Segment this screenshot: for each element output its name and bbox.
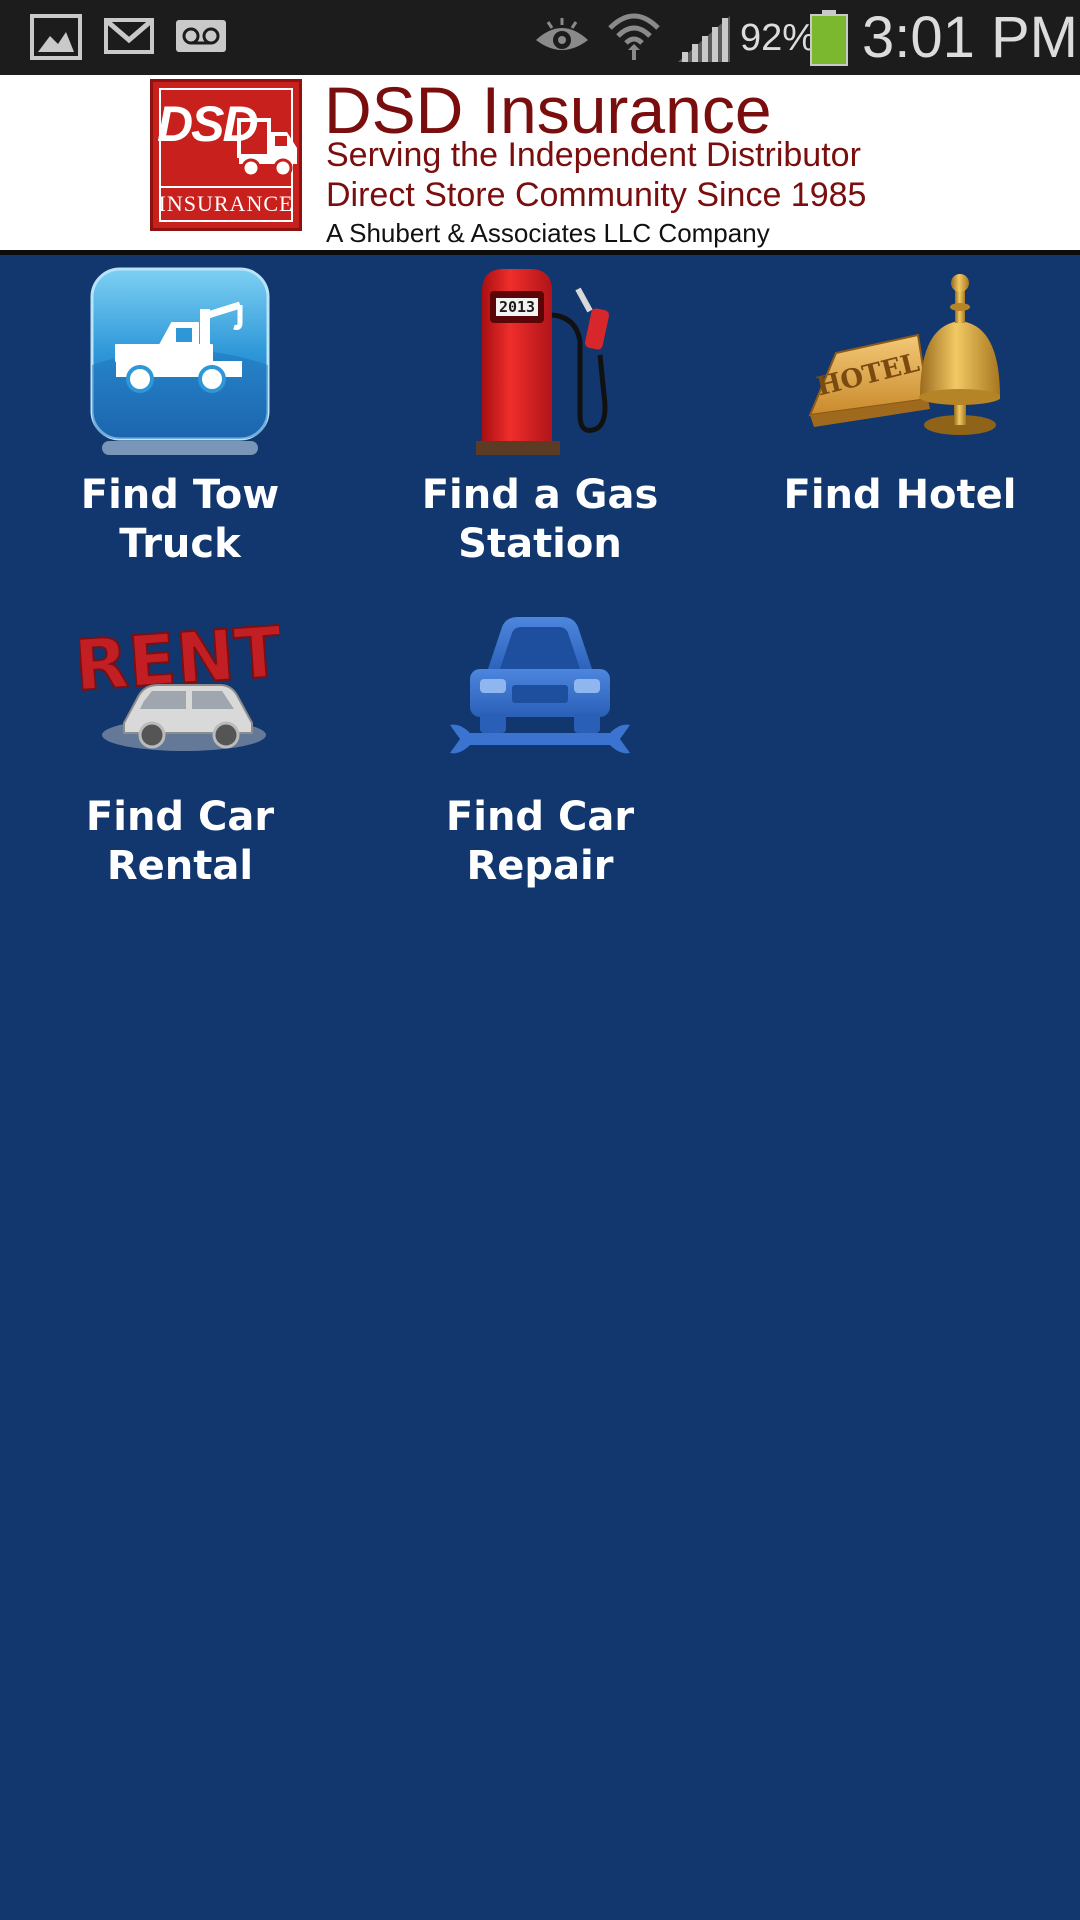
voicemail-icon [176, 20, 226, 52]
gmail-icon [104, 18, 154, 54]
tile-icon-wrap: HOTEL [800, 265, 1000, 461]
find-gas-station-label: Find a Gas Station [421, 472, 659, 567]
find-car-repair-label: Find Car Repair [445, 794, 635, 889]
brand-tagline-2: Direct Store Community Since 1985 [326, 176, 867, 214]
find-tow-truck-label: Find Tow Truck [80, 472, 280, 567]
find-car-repair-button[interactable]: Find Car Repair [375, 605, 705, 891]
find-car-rental-label: Find Car Rental [85, 794, 275, 889]
tile-icon-wrap [80, 265, 280, 461]
gas-pump-icon: 2013 [476, 269, 610, 455]
company-line: A Shubert & Associates LLC Company [326, 218, 770, 248]
eye-icon [536, 18, 588, 50]
find-tow-truck-button[interactable]: Find Tow Truck [15, 265, 345, 569]
battery-icon [810, 10, 848, 66]
find-hotel-button[interactable]: HOTEL Find Hotel [735, 265, 1065, 520]
logo-insurance-text: INSURANCE [158, 191, 294, 216]
battery-percent: 92% [740, 17, 817, 59]
dsd-logo: DSD INSURANCE [150, 79, 302, 231]
gallery-icon [30, 14, 82, 60]
signal-icon [678, 16, 730, 62]
find-gas-station-button[interactable]: 2013 Find a Gas Station [375, 265, 705, 569]
logo-truck-icon [237, 118, 297, 178]
find-hotel-label: Find Hotel [783, 472, 1017, 518]
gas-pump-counter: 2013 [499, 298, 535, 316]
tile-icon-wrap: RENT [80, 605, 280, 775]
tile-icon-wrap: 2013 [440, 265, 640, 461]
rent-car-icon: RENT [80, 610, 280, 751]
status-bar: 92% 3:01 PM [0, 0, 1080, 75]
find-car-rental-button[interactable]: RENT Find Car Rental [15, 605, 345, 891]
brand-tagline-1: Serving the Independent Distributor [326, 136, 861, 174]
car-repair-icon [450, 617, 630, 754]
tow-truck-icon [90, 267, 270, 455]
header-banner: DSD INSURANCE DSD Insurance Serving the … [0, 75, 1080, 255]
wifi-icon [608, 13, 660, 60]
logo-rule [161, 186, 291, 188]
hotel-bell-icon: HOTEL [808, 274, 1000, 435]
clock: 3:01 PM [862, 5, 1078, 70]
tile-icon-wrap [440, 605, 640, 775]
